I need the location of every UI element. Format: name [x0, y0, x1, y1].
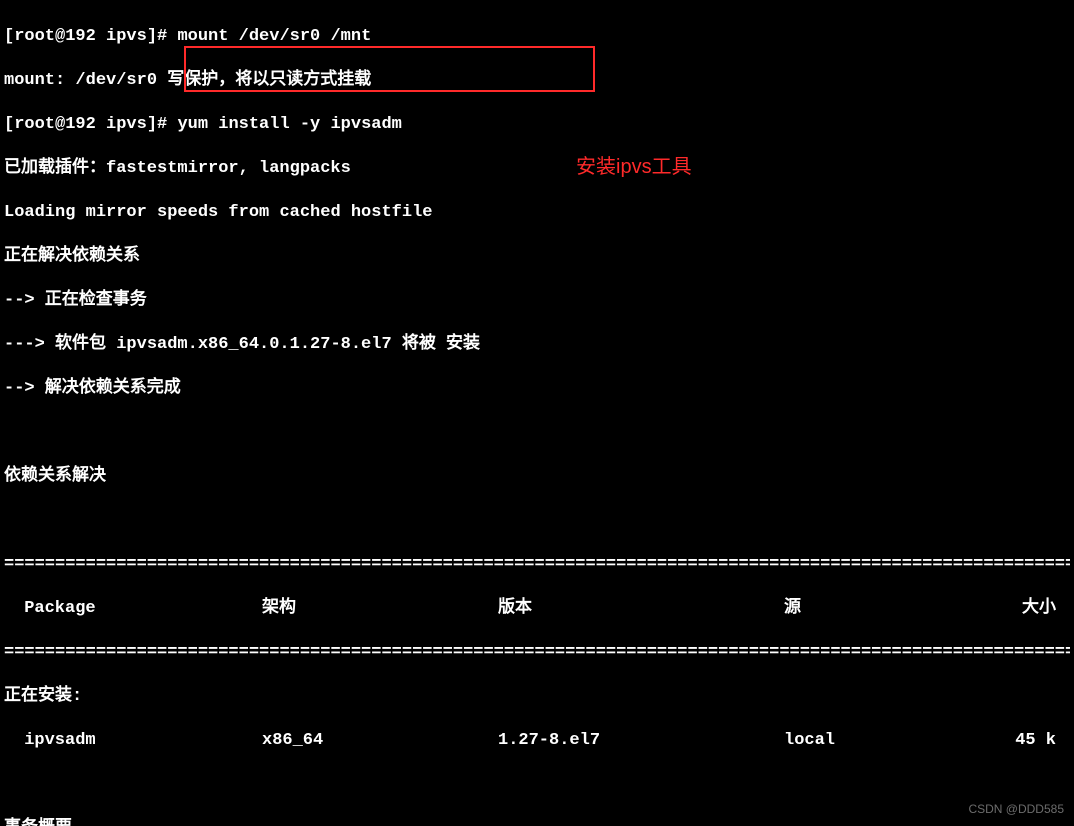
- col-size: 大小: [1004, 598, 1070, 620]
- command: mount /dev/sr0 /mnt: [177, 27, 371, 46]
- blank-line: [4, 510, 1070, 532]
- output-line: 正在解决依赖关系: [4, 246, 1070, 268]
- separator: ========================================…: [4, 642, 1070, 664]
- output-line: Loading mirror speeds from cached hostfi…: [4, 202, 1070, 224]
- table-header: Package 架构 版本 源 大小: [4, 598, 1070, 620]
- col-arch: 架构: [262, 598, 498, 620]
- cell-size: 45 k: [1004, 730, 1070, 752]
- output-line: --> 解决依赖关系完成: [4, 378, 1070, 400]
- section-label: 正在安装:: [4, 686, 1070, 708]
- prompt-line: [root@192 ipvs]# mount /dev/sr0 /mnt: [4, 26, 1070, 48]
- blank-line: [4, 422, 1070, 444]
- separator: ========================================…: [4, 554, 1070, 576]
- blank-line: [4, 774, 1070, 796]
- col-package: Package: [4, 598, 262, 620]
- command: yum install -y ipvsadm: [177, 115, 401, 134]
- col-version: 版本: [498, 598, 784, 620]
- output-line: ---> 软件包 ipvsadm.x86_64.0.1.27-8.el7 将被 …: [4, 334, 1070, 356]
- prompt: [root@192 ipvs]#: [4, 27, 177, 46]
- cell-repo: local: [784, 730, 1004, 752]
- section-label: 事务概要: [4, 818, 1070, 826]
- watermark: CSDN @DDD585: [968, 798, 1064, 820]
- output-line: 已加载插件：fastestmirror, langpacks: [4, 158, 1070, 180]
- prompt-line: [root@192 ipvs]# yum install -y ipvsadm: [4, 114, 1070, 136]
- col-repo: 源: [784, 598, 1004, 620]
- output-line: mount: /dev/sr0 写保护，将以只读方式挂载: [4, 70, 1070, 92]
- table-row: ipvsadm x86_64 1.27-8.el7 local 45 k: [4, 730, 1070, 752]
- output-line: --> 正在检查事务: [4, 290, 1070, 312]
- cell-arch: x86_64: [262, 730, 498, 752]
- cell-package: ipvsadm: [4, 730, 262, 752]
- annotation-label: 安装ipvs工具: [576, 156, 692, 178]
- terminal[interactable]: [root@192 ipvs]# mount /dev/sr0 /mnt mou…: [0, 0, 1074, 826]
- prompt: [root@192 ipvs]#: [4, 115, 177, 134]
- cell-version: 1.27-8.el7: [498, 730, 784, 752]
- output-line: 依赖关系解决: [4, 466, 1070, 488]
